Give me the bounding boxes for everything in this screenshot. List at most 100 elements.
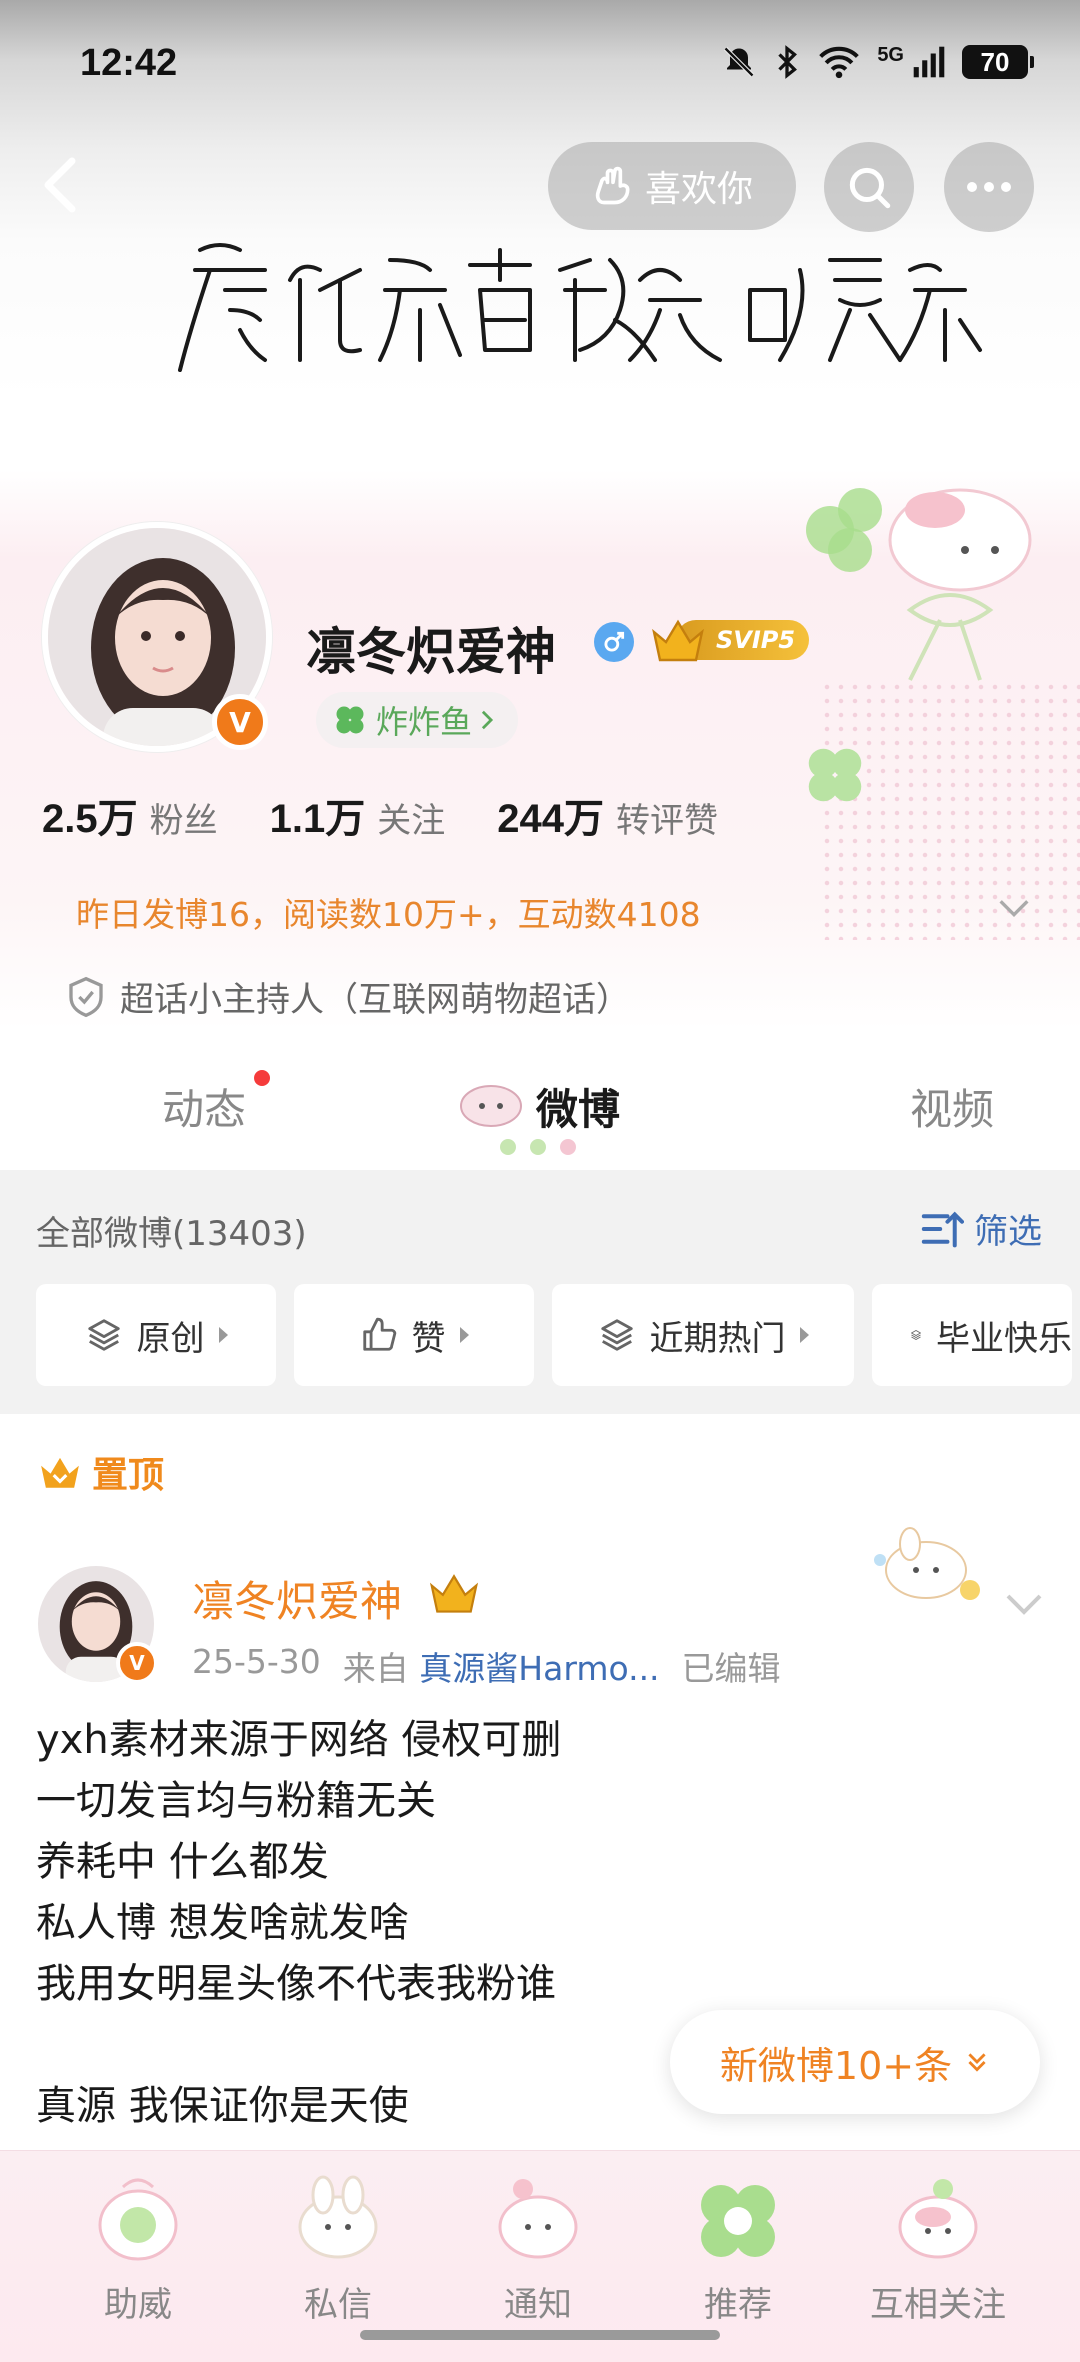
more-button[interactable] [944,142,1034,232]
battery-indicator: 70 [962,45,1034,79]
clover-icon [336,706,364,734]
cloud-bunny-icon [460,1085,522,1127]
more-icon [967,182,1011,192]
layers-icon [87,1319,120,1351]
nav-label: 通知 [504,2285,572,2325]
stat-value: 244万 [497,797,604,841]
source-name: 真源酱Harmo... [419,1649,660,1688]
stat-value: 2.5万 [42,797,138,841]
post-author-name[interactable]: 凛冬炽爱神 [192,1568,402,1629]
status-icons: 5G 70 [721,44,1034,80]
post-source[interactable]: 来自 真源酱Harmo... [343,1642,660,1690]
edited-label: 已编辑 [681,1649,781,1688]
nav-recommend[interactable]: 推荐 [638,2165,838,2335]
chevron-down-icon[interactable] [994,888,1034,928]
content-tabs: 动态 微博 视频 [0,1040,1080,1170]
clover-decor-icon [808,748,862,802]
crown-icon [652,619,704,662]
activity-summary[interactable]: 昨日发博16，阅读数10万+，互动数4108 [76,888,701,936]
caret-icon [459,1327,469,1343]
tab-weibo[interactable]: 微博 [536,1076,620,1137]
verified-badge-icon: V [212,694,268,750]
banner-calligraphy [178,243,982,372]
layers-icon [600,1319,633,1351]
source-prefix: 来自 [342,1649,409,1688]
nav-messages[interactable]: 私信 [238,2165,438,2335]
new-posts-button[interactable]: 新微博10+条 [670,2010,1040,2114]
home-indicator[interactable] [360,2330,720,2340]
network-label: 5G [877,44,904,66]
profile-stats: 2.5万 粉丝 1.1万 关注 244万 转评赞 [42,786,718,844]
chip-liked[interactable]: 赞 [294,1284,534,1386]
sticker-bunny-icon [874,1527,980,1600]
back-button[interactable] [30,150,90,220]
caret-icon [799,1327,809,1343]
male-icon [594,622,634,662]
nav-notifications[interactable]: 通知 [438,2165,638,2335]
status-time: 12:42 [80,42,178,84]
chip-original[interactable]: 原创 [36,1284,276,1386]
chip-label: 原创 [136,1318,205,1359]
nav-label: 私信 [304,2285,372,2325]
filter-area: 全部微博(13403) 筛选 原创 赞 近期热门 毕业快乐 [0,1170,1080,1414]
crown-icon [41,1457,79,1488]
double-chevron-down-icon [968,2053,986,2072]
post-menu-chevron-icon[interactable] [1000,1580,1048,1628]
stat-label: 转评赞 [615,801,718,841]
chip-label: 近期热门 [649,1318,786,1359]
post-text: yxh素材来源于网络 侵权可删 一切发言均与粉籍无关 养耗中 什么都发 私人博 … [36,1717,562,2129]
caret-icon [218,1327,228,1343]
filter-chips: 原创 赞 近期热门 毕业快乐 [36,1284,1072,1386]
stat-label: 粉丝 [149,801,218,841]
chip-recent-hot[interactable]: 近期热门 [552,1284,854,1386]
stat-followers[interactable]: 2.5万 粉丝 [42,786,218,844]
host-title[interactable]: 超话小主持人（互联网萌物超话） [66,972,630,1021]
tab-dynamics[interactable]: 动态 [162,1076,246,1137]
battery-level: 70 [980,46,1010,77]
group-chip[interactable]: 炸炸鱼 [316,692,519,748]
clover-icon [701,2185,775,2257]
shield-icon [69,976,103,1017]
nav-mutual-follow[interactable]: 互相关注 [838,2165,1038,2335]
stat-interactions[interactable]: 244万 转评赞 [497,786,718,844]
message-bunny-icon [298,2175,378,2259]
search-icon [849,167,891,209]
svip-crown-icon [429,1574,479,1613]
status-bar: 12:42 5G 70 [0,0,1080,130]
filter-label: 筛选 [974,1212,1042,1252]
like-you-label: 喜欢你 [644,169,753,210]
stat-value: 1.1万 [269,797,366,841]
tab-video[interactable]: 视频 [910,1076,994,1137]
tab-indicator-icon [500,1139,576,1155]
chip-label: 毕业快乐 [936,1318,1072,1359]
sticker-cat-icon [806,488,1032,681]
filter-icon [921,1211,964,1247]
search-button[interactable] [824,142,914,232]
verified-badge-icon: V [116,1642,158,1684]
unread-dot [254,1070,270,1086]
like-you-button[interactable]: 喜欢你 [548,142,796,230]
new-posts-label: 新微博10+条 [719,2043,953,2088]
wifi-icon [819,46,860,79]
nav-cheer[interactable]: 助威 [38,2165,238,2335]
nav-label: 助威 [104,2285,172,2325]
chip-graduation[interactable]: 毕业快乐 [872,1284,1072,1386]
chevron-right-icon [481,710,494,730]
cheer-icon [98,2178,178,2261]
nav-label: 互相关注 [870,2285,1006,2325]
layers-icon [911,1330,921,1340]
post-date: 25-5-30 [192,1642,321,1681]
thumb-up-icon [362,1317,396,1351]
filter-button[interactable]: 筛选 [920,1204,1042,1253]
notification-cat-icon [498,2179,578,2259]
profile-name: 凛冬炽爱神 [306,623,556,681]
pinned-text: 置顶 [92,1455,165,1496]
chip-label: 赞 [411,1318,446,1359]
post-meta: 25-5-30 来自 真源酱Harmo... 已编辑 [192,1642,781,1690]
mutual-bunny-icon [898,2179,978,2259]
chevron-left-icon [44,157,76,213]
mute-icon [724,46,755,78]
bluetooth-icon [778,45,798,79]
pinned-label: 置顶 [38,1446,164,1498]
stat-following[interactable]: 1.1万 关注 [270,786,446,844]
